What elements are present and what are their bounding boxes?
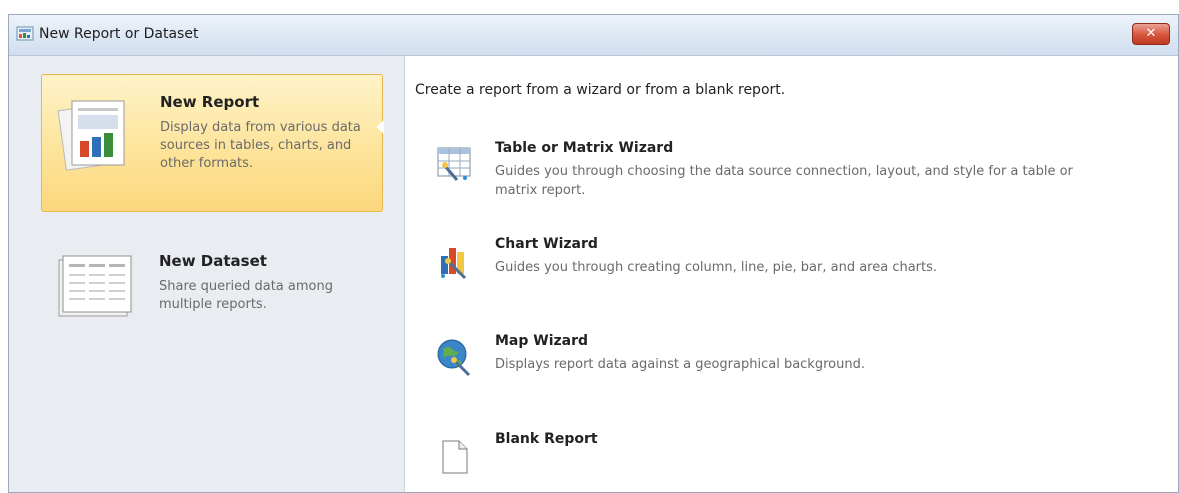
table-matrix-wizard-option[interactable]: Table or Matrix Wizard Guides you throug… [435,140,1135,200]
table-matrix-wizard-description: Guides you through choosing the data sou… [495,164,1073,198]
chart-wizard-option[interactable]: Chart Wizard Guides you through creating… [435,236,1135,286]
new-report-item[interactable]: New Report Display data from various dat… [41,74,383,212]
wizard-intro-text: Create a report from a wizard or from a … [415,82,786,98]
wizard-pane: Create a report from a wizard or from a … [405,56,1178,492]
blank-report-icon [442,440,468,474]
new-dataset-item[interactable]: New Dataset Share queried data among mul… [41,234,383,344]
chart-wizard-description: Guides you through creating column, line… [495,260,938,275]
dialog-title: New Report or Dataset [39,26,199,42]
new-report-dialog: New Report or Dataset ✕ New Report Displ… [8,14,1179,493]
table-wizard-icon [437,147,471,181]
blank-report-title: Blank Report [495,431,598,447]
chart-wizard-icon [441,248,467,280]
dataset-icon [58,255,132,317]
map-wizard-title: Map Wizard [495,333,589,349]
chart-wizard-title: Chart Wizard [495,236,598,252]
new-report-description: Display data from various data sources i… [160,120,361,171]
close-button[interactable]: ✕ [1132,23,1170,45]
report-icon [57,100,125,171]
dialog-app-icon [16,26,34,41]
map-wizard-option[interactable]: Map Wizard Displays report data against … [435,333,1135,383]
blank-report-option[interactable]: Blank Report [435,431,1135,481]
close-icon: ✕ [1145,26,1157,41]
item-type-pane: New Report Display data from various dat… [9,56,405,492]
new-dataset-title: New Dataset [159,252,267,270]
new-dataset-description: Share queried data among multiple report… [159,279,333,312]
new-report-title: New Report [160,93,260,111]
map-wizard-description: Displays report data against a geographi… [495,357,865,372]
selection-pointer [376,120,384,134]
map-wizard-icon [437,339,471,377]
title-bar[interactable]: New Report or Dataset ✕ [9,15,1178,56]
table-matrix-wizard-title: Table or Matrix Wizard [495,140,674,156]
